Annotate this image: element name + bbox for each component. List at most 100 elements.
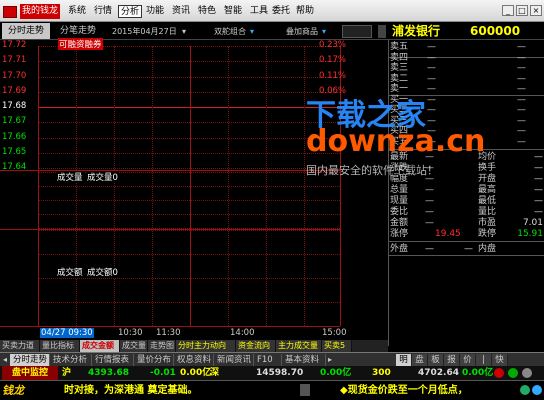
bottom-tab[interactable]: 新闻资讯 <box>214 354 254 366</box>
close-icon[interactable]: × <box>530 5 542 16</box>
grid-line-h <box>38 168 340 169</box>
volume-panel-value: 成交量0 <box>86 171 119 183</box>
indicator-tab[interactable]: 走势图 <box>148 340 176 352</box>
menu-item-6[interactable]: 智能 <box>222 5 244 18</box>
price-label: 17.69 <box>2 85 27 96</box>
indicator-tab[interactable]: 资金流向 <box>236 340 276 352</box>
menu-item-2[interactable]: 分析 <box>118 5 143 18</box>
minimize-icon[interactable]: _ <box>502 5 514 16</box>
chevron-down-icon[interactable]: ▾ <box>322 25 326 38</box>
info-icon[interactable] <box>532 385 542 395</box>
price-label: 17.64 <box>2 162 27 172</box>
chevron-down-icon[interactable]: ▾ <box>250 25 254 38</box>
menu-bar: 我的钱龙 系统 行情 分析 功能 资讯 特色 智能 工具 委托 帮助 _ □ × <box>0 0 544 22</box>
menu-item-8[interactable]: 委托 <box>270 5 292 18</box>
indicator-tab[interactable]: 分时主力动向 <box>176 340 236 352</box>
intraday-chart[interactable]: 17.72 17.71 17.70 17.69 17.68 17.67 17.66 17.65… <box>0 38 388 340</box>
menu-item-3[interactable]: 功能 <box>144 5 166 18</box>
grid-line-h <box>38 254 340 255</box>
grid-line-v <box>190 46 191 326</box>
orderbook-volume: — <box>517 115 526 126</box>
margin-trading-badge[interactable]: 可融资融券 <box>58 38 103 50</box>
sz-index-value: 14598.70 <box>256 368 304 378</box>
menu-item-7[interactable]: 工具 <box>248 5 270 18</box>
grid-line-h <box>38 91 340 93</box>
menu-item-4[interactable]: 资讯 <box>170 5 192 18</box>
my-qianlong-button[interactable]: 我的钱龙 <box>20 4 60 19</box>
orderbook-price: — <box>427 73 436 84</box>
grid-line-h <box>38 230 340 231</box>
sh-label: 沪 <box>62 368 72 378</box>
orderbook-label: 卖三 <box>390 63 409 73</box>
grid-line-h <box>38 278 340 279</box>
bottom-tab[interactable]: 权息资料 <box>174 354 214 366</box>
stat-label: 跌停 <box>478 229 497 239</box>
network-icon <box>520 385 530 395</box>
sound-icon[interactable] <box>522 368 532 378</box>
panel-tab[interactable]: 明 <box>396 354 412 366</box>
date-selector[interactable]: 2015年04月27日 <box>112 25 182 38</box>
orderbook-volume: — <box>517 126 526 136</box>
orderbook-price: — <box>427 84 436 94</box>
divider <box>300 384 310 396</box>
bottom-tab-row: ◂ 分时走势 技术分析 行情报表 量价分布 权息资料 新闻资讯 F10 基本资料 ▸ 明盘板报价 | 快 <box>0 352 544 366</box>
orderbook-volume: — <box>517 73 526 84</box>
quote-panel: 卖五 — — 卖四 — — 卖三 — — 卖二 — — 卖一 — — 买一 — — 买二 — — 买三 — — 买四 — — 买五 — —… <box>388 40 544 346</box>
connect-icon[interactable] <box>508 368 518 378</box>
menu-item-9[interactable]: 帮助 <box>294 5 316 18</box>
panel-tab[interactable]: 价 <box>460 354 476 366</box>
bottom-tab[interactable]: 技术分析 <box>50 354 92 366</box>
grid-line-v <box>266 46 267 326</box>
scroll-left-icon[interactable]: ◂ <box>0 354 10 366</box>
orderbook-volume: — <box>517 105 526 115</box>
sh-index-value: 4393.68 <box>88 368 129 378</box>
inner-label: 内盘 <box>478 244 497 254</box>
maximize-icon[interactable]: □ <box>516 5 528 16</box>
scrolling-news[interactable]: 时对接，为深港通 奠定基础。 <box>64 384 197 398</box>
grid-line-v <box>76 46 77 326</box>
overlay-selector[interactable]: 叠加商品 <box>286 25 326 38</box>
orderbook-price: — <box>427 105 436 115</box>
app-window: 我的钱龙 系统 行情 分析 功能 资讯 特色 智能 工具 委托 帮助 _ □ × 分时走势 分笔走… <box>0 0 544 400</box>
panel-tab[interactable]: 板 <box>428 354 444 366</box>
bottom-tab[interactable]: 基本资料 <box>282 354 326 366</box>
chevron-down-icon[interactable]: ▾ <box>182 25 186 38</box>
time-axis-label: 15:00 <box>322 328 347 338</box>
bottom-tab[interactable]: 量价分布 <box>134 354 174 366</box>
search-box[interactable] <box>342 25 372 38</box>
status-bar: 钱龙 时对接，为深港通 奠定基础。 ◆现货金价跌至一个月低点， <box>0 380 544 400</box>
panel-tab[interactable]: 快 <box>492 354 508 366</box>
panel-tab[interactable]: 盘 <box>412 354 428 366</box>
alert-icon[interactable] <box>494 368 504 378</box>
market-monitor-label[interactable]: 盘中监控 <box>2 366 58 380</box>
indicator-tab[interactable]: 量比指标 <box>40 340 80 352</box>
orderbook-volume: — <box>517 94 526 105</box>
bottom-tab[interactable]: 分时走势 <box>10 354 50 366</box>
scroll-right-icon[interactable]: ▸ <box>328 354 338 366</box>
bottom-tab[interactable]: 行情报表 <box>92 354 134 366</box>
panel-tab[interactable]: | <box>476 354 492 366</box>
toolbar-divider <box>378 25 386 38</box>
watermark-slogan: 国内最安全的软件下载站！ <box>306 164 438 177</box>
menu-item-1[interactable]: 行情 <box>92 5 114 18</box>
indicator-tab[interactable]: 成交量 <box>120 340 148 352</box>
price-label: 17.71 <box>2 55 27 66</box>
tab-intraday[interactable]: 分时走势 <box>2 23 50 39</box>
index-ticker: 盘中监控 沪 4393.68 -0.01 0.00亿 深 14598.70 0.… <box>0 366 544 380</box>
menu-item-5[interactable]: 特色 <box>196 5 218 18</box>
panel-tab[interactable]: 报 <box>444 354 460 366</box>
cy-label: 300 <box>372 368 391 378</box>
indicator-tab[interactable]: 主力成交量 <box>276 340 322 352</box>
indicator-tab[interactable]: 买卖力道 <box>0 340 40 352</box>
indicator-tab[interactable]: 成交金额 <box>80 340 120 352</box>
bottom-tab[interactable]: F10 <box>254 354 282 366</box>
outer-inner-row: 外盘 — 内盘 — <box>389 243 544 255</box>
stats-row: 涨停 19.45 跌停 15.91 <box>389 228 544 240</box>
combo-selector[interactable]: 双舵组合 <box>214 25 254 38</box>
news-headline[interactable]: ◆现货金价跌至一个月低点， <box>340 384 515 398</box>
indicator-tab[interactable]: 买卖5 <box>322 340 352 352</box>
menu-item-0[interactable]: 系统 <box>66 5 88 18</box>
tab-tick[interactable]: 分笔走势 <box>54 23 102 39</box>
time-axis-label: 04/27 09:30 <box>40 328 94 338</box>
volume-panel-title: 成交量 <box>56 171 84 183</box>
